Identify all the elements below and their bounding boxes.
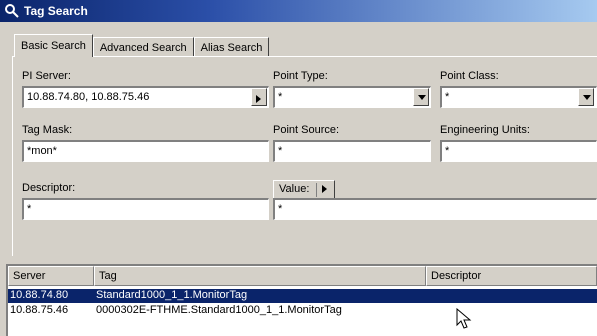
mouse-pointer-icon xyxy=(456,308,472,329)
descriptor-label: Descriptor: xyxy=(22,182,76,194)
column-header-tag[interactable]: Tag xyxy=(94,266,426,286)
pi-server-field[interactable]: 10.88.74.80, 10.88.75.46 xyxy=(22,86,269,108)
window-title: Tag Search xyxy=(24,4,88,18)
arrow-right-icon xyxy=(322,185,327,193)
point-class-select[interactable]: * xyxy=(440,86,597,108)
pi-server-label: PI Server: xyxy=(22,70,71,82)
search-tag-icon xyxy=(5,4,19,18)
pi-server-browse-button[interactable] xyxy=(251,88,267,106)
title-bar: Tag Search xyxy=(0,0,597,22)
descriptor-input[interactable]: * xyxy=(22,198,269,220)
value-input[interactable]: * xyxy=(273,198,597,220)
tag-search-window: Tag Search Basic Search Advanced Search … xyxy=(0,0,597,336)
tab-basic-search[interactable]: Basic Search xyxy=(14,34,93,57)
point-type-dropdown-button[interactable] xyxy=(413,88,429,106)
tab-advanced-search[interactable]: Advanced Search xyxy=(92,37,194,57)
column-header-descriptor[interactable]: Descriptor xyxy=(426,266,597,286)
point-class-label: Point Class: xyxy=(440,70,499,82)
tab-alias-search[interactable]: Alias Search xyxy=(193,37,270,57)
column-header-server[interactable]: Server xyxy=(8,266,94,286)
results-list[interactable]: Server Tag Descriptor 10.88.74.80 Standa… xyxy=(6,264,597,336)
table-row[interactable]: 10.88.75.46 0000302E-FTHME.Standard1000_… xyxy=(8,304,597,318)
engineering-units-input[interactable]: * xyxy=(440,140,597,162)
value-label: Value: xyxy=(279,183,310,195)
value-filter-button[interactable]: Value: xyxy=(273,180,335,200)
point-source-label: Point Source: xyxy=(273,124,340,136)
cell-tag: 0000302E-FTHME.Standard1000_1_1.MonitorT… xyxy=(96,304,342,316)
point-type-select[interactable]: * xyxy=(273,86,431,108)
search-tabs: Basic Search Advanced Search Alias Searc… xyxy=(14,34,270,57)
chevron-down-icon xyxy=(418,95,426,100)
tag-mask-label: Tag Mask: xyxy=(22,124,73,136)
point-class-dropdown-button[interactable] xyxy=(578,88,594,106)
arrow-right-icon xyxy=(256,95,261,103)
point-type-label: Point Type: xyxy=(273,70,328,82)
value-button-divider xyxy=(316,183,317,197)
cell-server: 10.88.75.46 xyxy=(10,304,69,316)
tag-mask-input[interactable]: *mon* xyxy=(22,140,269,162)
point-source-input[interactable]: * xyxy=(273,140,431,162)
cell-tag: Standard1000_1_1.MonitorTag xyxy=(96,289,248,301)
table-row[interactable]: 10.88.74.80 Standard1000_1_1.MonitorTag xyxy=(8,289,597,303)
cell-server: 10.88.74.80 xyxy=(10,289,69,301)
chevron-down-icon xyxy=(583,95,591,100)
engineering-units-label: Engineering Units: xyxy=(440,124,530,136)
